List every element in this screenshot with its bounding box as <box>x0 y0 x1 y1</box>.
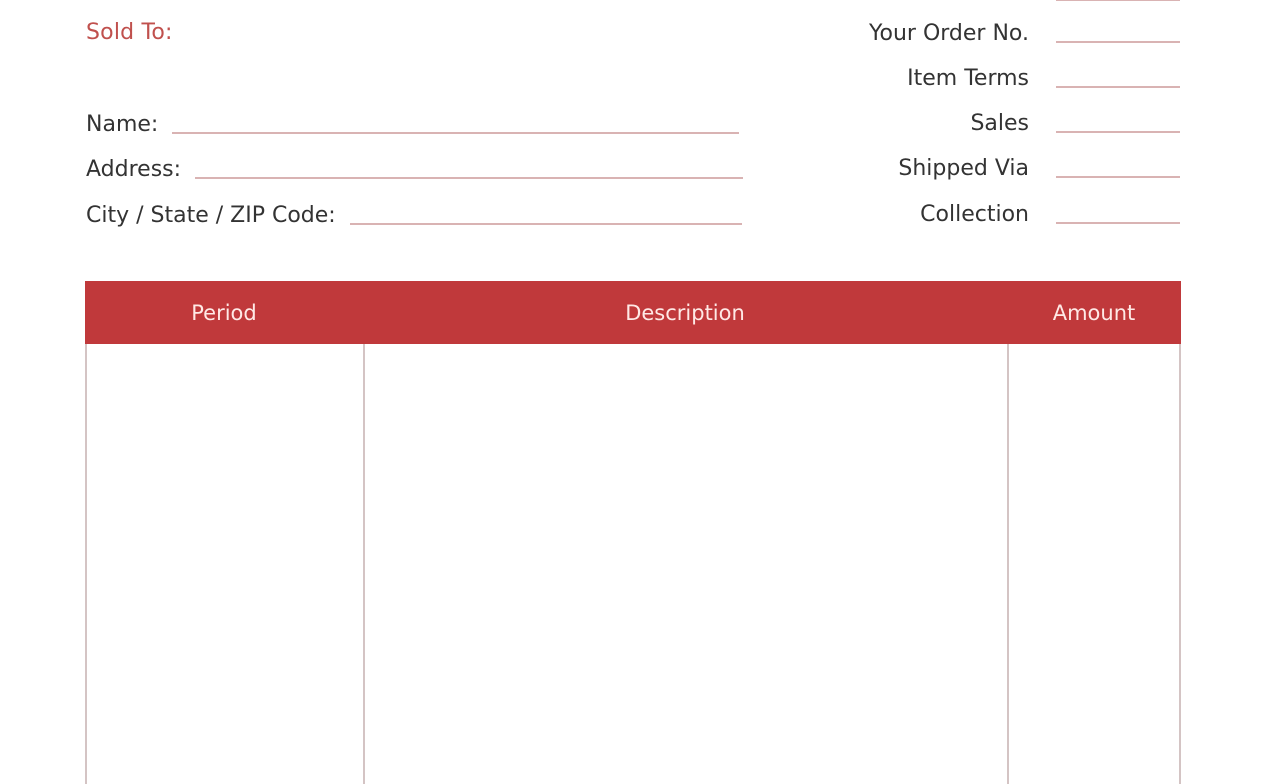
column-header-period: Period <box>191 300 257 325</box>
order-no-input-line[interactable] <box>1056 41 1180 43</box>
table-border-left <box>85 344 87 784</box>
collection-input-line[interactable] <box>1056 222 1180 224</box>
order-no-field[interactable]: Your Order No. <box>840 17 1180 47</box>
column-header-amount: Amount <box>1052 300 1136 325</box>
column-divider-period <box>363 344 365 784</box>
period-cell[interactable] <box>87 344 363 784</box>
address-label: Address: <box>86 157 182 182</box>
description-cell[interactable] <box>365 344 1007 784</box>
item-terms-label: Item Terms <box>907 66 1029 91</box>
cut-off-field-line <box>1056 0 1180 1</box>
address-field[interactable]: Address: <box>86 153 744 183</box>
table-header: Period Description Amount <box>85 281 1181 344</box>
name-field[interactable]: Name: <box>86 108 740 138</box>
item-terms-input-line[interactable] <box>1056 86 1180 88</box>
name-label: Name: <box>86 112 159 137</box>
table-border-right <box>1179 344 1181 784</box>
shipped-via-input-line[interactable] <box>1056 176 1180 178</box>
sold-to-heading: Sold To: <box>86 20 173 45</box>
sales-label: Sales <box>970 111 1029 136</box>
item-terms-field[interactable]: Item Terms <box>840 62 1180 92</box>
city-state-zip-field[interactable]: City / State / ZIP Code: <box>86 199 742 229</box>
sales-field[interactable]: Sales <box>840 107 1180 137</box>
city-state-zip-label: City / State / ZIP Code: <box>86 203 336 228</box>
sales-input-line[interactable] <box>1056 131 1180 133</box>
column-header-description: Description <box>625 300 745 325</box>
address-input-line[interactable] <box>195 177 744 179</box>
name-input-line[interactable] <box>172 132 740 134</box>
collection-field[interactable]: Collection <box>840 198 1180 228</box>
column-divider-description <box>1007 344 1009 784</box>
shipped-via-field[interactable]: Shipped Via <box>840 152 1180 182</box>
collection-label: Collection <box>920 202 1029 227</box>
amount-cell[interactable] <box>1009 344 1179 784</box>
order-no-label: Your Order No. <box>869 21 1029 46</box>
city-state-zip-input-line[interactable] <box>349 223 742 225</box>
items-table: Period Description Amount <box>85 281 1181 784</box>
shipped-via-label: Shipped Via <box>898 156 1029 181</box>
